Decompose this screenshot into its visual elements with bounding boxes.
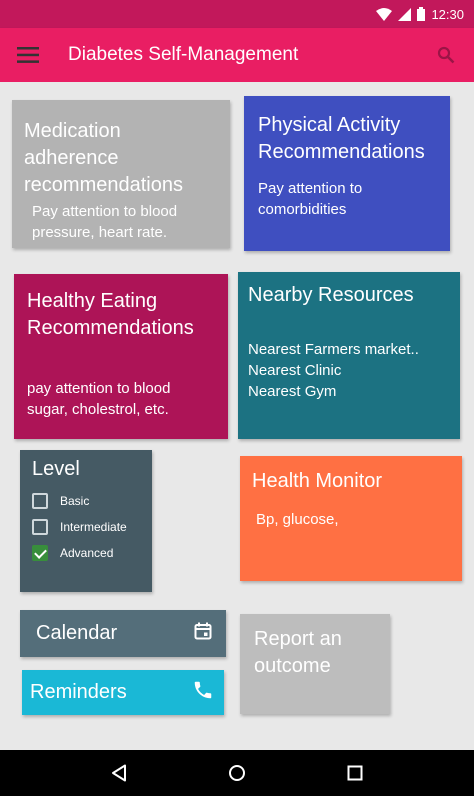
physical-activity-title: Physical Activity Recommendations xyxy=(258,114,425,163)
bottom-edge xyxy=(0,796,474,800)
nearby-item: Nearest Farmers market.. xyxy=(248,341,419,358)
nearby-item: Nearest Clinic xyxy=(248,362,342,379)
search-icon[interactable] xyxy=(418,28,474,82)
physical-activity-body: Pay attention to comorbidities xyxy=(258,180,363,218)
nearby-item: Nearest Gym xyxy=(248,383,337,400)
healthy-eating-tile[interactable]: Healthy Eating Recommendations pay atten… xyxy=(14,274,228,439)
navigation-bar xyxy=(0,750,474,796)
menu-icon[interactable] xyxy=(0,28,56,82)
app-title: Diabetes Self-Management xyxy=(68,44,299,65)
signal-icon xyxy=(398,7,412,21)
calendar-button[interactable]: Calendar xyxy=(20,610,226,657)
recents-icon[interactable] xyxy=(335,753,375,793)
medication-body: Pay attention to blood pressure, heart r… xyxy=(32,203,178,241)
phone-icon xyxy=(192,679,214,707)
level-option-basic[interactable]: Basic xyxy=(32,493,140,509)
status-bar: 12:30 xyxy=(0,0,474,28)
healthy-eating-body: pay attention to blood sugar, cholestrol… xyxy=(27,380,171,418)
health-monitor-body: Bp, glucose, xyxy=(256,511,339,528)
nearby-resources-list: Nearest Farmers market.. Nearest Clinic … xyxy=(248,339,450,402)
home-icon[interactable] xyxy=(217,753,257,793)
dashboard: Medication adherence recommendations Pay… xyxy=(0,82,474,750)
calendar-icon xyxy=(194,622,212,646)
nearby-resources-tile[interactable]: Nearby Resources Nearest Farmers market.… xyxy=(238,272,460,439)
level-tile: Level Basic Intermediate Advanced xyxy=(20,450,152,592)
app-bar: Diabetes Self-Management xyxy=(0,28,474,82)
level-title: Level xyxy=(32,458,80,480)
report-outcome-button[interactable]: Report an outcome xyxy=(240,614,390,714)
medication-tile[interactable]: Medication adherence recommendations Pay… xyxy=(12,100,230,248)
wifi-icon xyxy=(376,7,393,21)
status-time: 12:30 xyxy=(431,6,464,22)
checkbox-checked[interactable] xyxy=(32,545,48,561)
physical-activity-tile[interactable]: Physical Activity Recommendations Pay at… xyxy=(244,96,450,251)
level-option-label: Intermediate xyxy=(60,520,127,534)
level-option-label: Basic xyxy=(60,494,90,508)
reminders-label: Reminders xyxy=(30,681,127,703)
health-monitor-tile[interactable]: Health Monitor Bp, glucose, xyxy=(240,456,462,581)
level-option-advanced[interactable]: Advanced xyxy=(32,545,140,561)
nearby-resources-title: Nearby Resources xyxy=(248,284,414,306)
medication-title: Medication adherence recommendations xyxy=(24,120,183,196)
checkbox[interactable] xyxy=(32,519,48,535)
calendar-label: Calendar xyxy=(36,622,118,644)
checkbox[interactable] xyxy=(32,493,48,509)
battery-icon xyxy=(417,7,426,21)
healthy-eating-title: Healthy Eating Recommendations xyxy=(27,290,194,339)
level-option-intermediate[interactable]: Intermediate xyxy=(32,519,140,535)
report-outcome-label: Report an outcome xyxy=(254,628,342,677)
back-icon[interactable] xyxy=(99,753,139,793)
reminders-button[interactable]: Reminders xyxy=(22,670,224,715)
health-monitor-title: Health Monitor xyxy=(252,470,383,492)
level-option-label: Advanced xyxy=(60,546,114,560)
